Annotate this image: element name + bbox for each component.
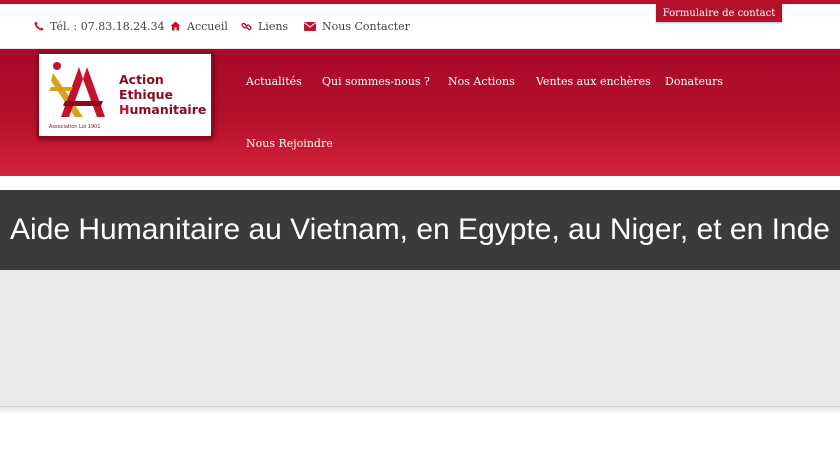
page-title: Aide Humanitaire au Vietnam, en Egypte, … xyxy=(10,213,830,246)
logo-text: Action Ethique Humanitaire xyxy=(119,72,206,117)
home-link[interactable]: Accueil xyxy=(170,18,228,34)
nav-item-nous-rejoindre[interactable]: Nous Rejoindre xyxy=(246,137,333,150)
links-link-label: Liens xyxy=(258,19,289,33)
panel-shadow xyxy=(0,407,840,415)
link-icon xyxy=(241,22,252,30)
nav-item-actualites[interactable]: Actualités xyxy=(246,75,302,88)
nav-item-nos-actions[interactable]: Nos Actions xyxy=(448,75,515,88)
logo-line-3-rest: umanitaire xyxy=(129,102,207,117)
home-icon xyxy=(170,21,181,31)
envelope-icon xyxy=(304,21,316,31)
logo-emblem-icon xyxy=(49,62,105,117)
logo-line-3: Humanitaire xyxy=(119,102,206,117)
site-logo[interactable]: Action Ethique Humanitaire Association L… xyxy=(37,52,213,138)
contact-link-label: Nous Contacter xyxy=(322,19,410,33)
phone-icon xyxy=(34,21,44,31)
logo-line-2: Ethique xyxy=(119,87,174,102)
phone-link[interactable]: Tél. : 07.83.18.24.34 xyxy=(34,18,165,34)
contact-form-button[interactable]: Formulaire de contact xyxy=(656,4,782,22)
logo-initial: H xyxy=(119,102,130,117)
links-link[interactable]: Liens xyxy=(241,18,288,34)
nav-item-ventes-aux-encheres[interactable]: Ventes aux enchères xyxy=(536,75,651,88)
logo-subtitle: Association Loi 1901 xyxy=(49,124,101,130)
home-link-label: Accueil xyxy=(187,19,228,33)
content-panel xyxy=(0,270,840,407)
nav-item-qui-sommes-nous[interactable]: Qui sommes-nous ? xyxy=(322,75,430,88)
phone-number: Tél. : 07.83.18.24.34 xyxy=(50,19,165,33)
contact-link[interactable]: Nous Contacter xyxy=(304,18,410,34)
nav-item-donateurs[interactable]: Donateurs xyxy=(665,75,723,88)
page-title-band: Aide Humanitaire au Vietnam, en Egypte, … xyxy=(0,190,840,270)
logo-line-1: Action xyxy=(119,72,164,87)
